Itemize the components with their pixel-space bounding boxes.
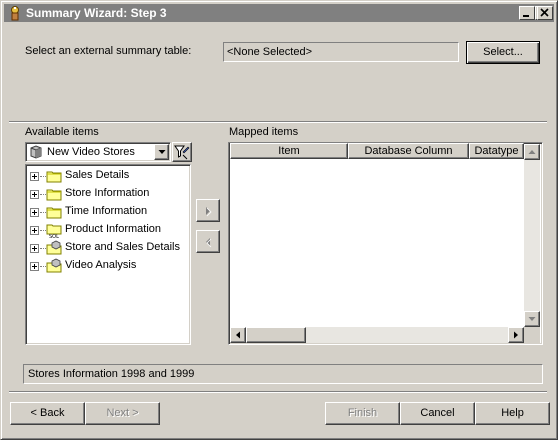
- select-button-label: Select...: [483, 46, 523, 58]
- tree-item-label: Video Analysis: [65, 259, 137, 271]
- folder-icon: [46, 171, 62, 183]
- folder-cube-icon: [46, 240, 62, 255]
- svg-text:SQL: SQL: [49, 234, 59, 238]
- help-button[interactable]: Help: [475, 402, 550, 425]
- column-header-database-column[interactable]: Database Column: [348, 143, 469, 159]
- filter-button[interactable]: [172, 142, 192, 162]
- folder-cube-icon: [46, 258, 62, 273]
- tree-item-label: Store Information: [65, 187, 150, 199]
- horizontal-scrollbar[interactable]: [230, 327, 524, 343]
- expand-icon[interactable]: [30, 244, 39, 253]
- folder-icon: [46, 207, 62, 219]
- title-bar[interactable]: Summary Wizard: Step 3: [4, 4, 554, 22]
- arrow-right-icon: [206, 207, 212, 217]
- arrow-left-icon: [236, 331, 240, 339]
- window-title: Summary Wizard: Step 3: [26, 6, 167, 20]
- sql-folder-icon: SQL: [46, 224, 62, 238]
- column-header-datatype-label: Datatype: [474, 145, 519, 157]
- minimize-icon: [523, 15, 529, 17]
- scroll-down-button[interactable]: [524, 311, 540, 327]
- arrow-down-icon: [528, 317, 536, 321]
- expand-icon[interactable]: [30, 226, 39, 235]
- available-items-tree[interactable]: Sales Details Store Information Time Infor…: [25, 164, 191, 345]
- tree-item-label: Sales Details: [65, 169, 130, 181]
- next-button-label: Next >: [106, 407, 139, 419]
- divider-bottom: [9, 391, 547, 393]
- back-button[interactable]: < Back: [10, 402, 85, 425]
- column-header-item[interactable]: Item: [230, 143, 348, 159]
- chevron-down-icon: [158, 150, 166, 154]
- summary-table-value: <None Selected>: [227, 46, 313, 58]
- available-items-dropdown[interactable]: New Video Stores: [25, 142, 171, 162]
- mapped-items-label: Mapped items: [229, 126, 299, 138]
- finish-button-label: Finish: [347, 407, 378, 419]
- expand-icon[interactable]: [30, 190, 39, 199]
- arrow-right-icon: [514, 331, 518, 339]
- expand-icon[interactable]: [30, 208, 39, 217]
- scroll-left-button[interactable]: [230, 327, 246, 343]
- scroll-up-button[interactable]: [524, 144, 540, 160]
- finish-button[interactable]: Finish: [325, 402, 400, 425]
- summary-wizard-window: Summary Wizard: Step 3 Select an externa…: [0, 0, 558, 440]
- mapped-items-list[interactable]: Item Database Column Datatype: [228, 142, 543, 345]
- minimize-button[interactable]: [519, 6, 535, 20]
- column-header-datatype[interactable]: Datatype: [469, 143, 524, 159]
- vertical-scrollbar[interactable]: [524, 144, 540, 327]
- folder-icon: [46, 189, 62, 201]
- cancel-button[interactable]: Cancel: [400, 402, 475, 425]
- remove-item-button[interactable]: [196, 230, 220, 253]
- filter-icon: [174, 145, 190, 160]
- expand-icon[interactable]: [30, 172, 39, 181]
- tree-item-label: Store and Sales Details: [65, 241, 180, 253]
- summary-table-field: <None Selected>: [223, 42, 459, 62]
- tree-item-label: Product Information: [65, 223, 161, 235]
- wizard-app-icon: [11, 6, 19, 21]
- dropdown-value: New Video Stores: [47, 146, 135, 158]
- add-item-button[interactable]: [196, 199, 220, 222]
- tree-item-label: Time Information: [65, 205, 148, 217]
- arrow-up-icon: [528, 150, 536, 154]
- database-icon: [30, 145, 42, 159]
- help-button-label: Help: [501, 407, 524, 419]
- column-header-item-label: Item: [278, 145, 300, 157]
- close-button[interactable]: [537, 6, 553, 20]
- arrow-left-icon: [206, 238, 212, 248]
- column-header-database-column-label: Database Column: [364, 145, 453, 157]
- back-button-label: < Back: [30, 407, 65, 419]
- select-button[interactable]: Select...: [466, 41, 540, 64]
- divider-top: [9, 121, 547, 123]
- status-panel: Stores Information 1998 and 1999: [23, 364, 543, 384]
- cancel-button-label: Cancel: [420, 407, 455, 419]
- dropdown-button[interactable]: [154, 144, 169, 160]
- summary-table-label: Select an external summary table:: [25, 45, 192, 57]
- horizontal-scroll-thumb[interactable]: [246, 327, 306, 343]
- scrollbar-corner: [524, 327, 540, 343]
- close-icon: [540, 8, 549, 17]
- scroll-right-button[interactable]: [508, 327, 524, 343]
- expand-icon[interactable]: [30, 262, 39, 271]
- available-items-label: Available items: [25, 126, 99, 138]
- next-button[interactable]: Next >: [85, 402, 160, 425]
- status-text: Stores Information 1998 and 1999: [28, 368, 195, 380]
